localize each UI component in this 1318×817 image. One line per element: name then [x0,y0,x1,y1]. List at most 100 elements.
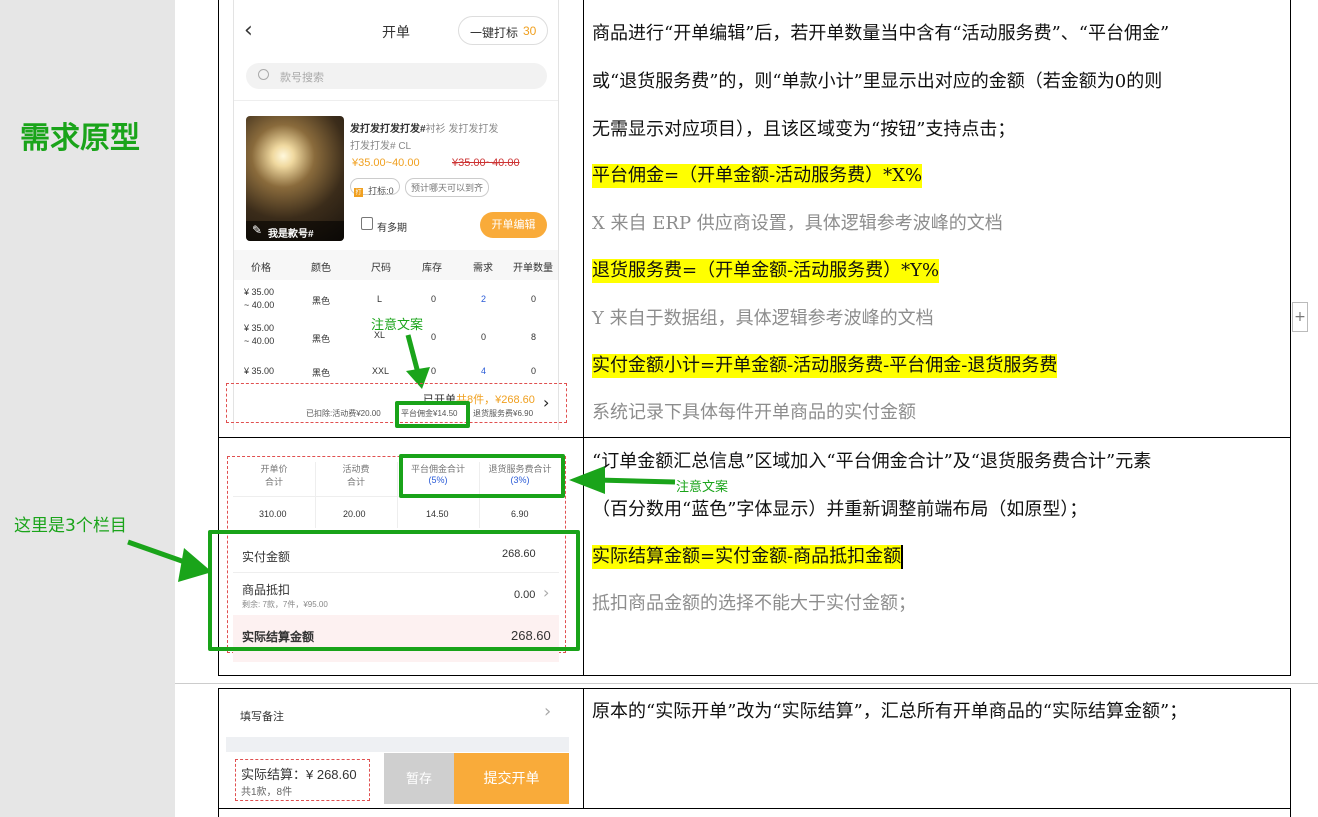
th-stock: 库存 [422,263,442,274]
th-color: 颜色 [311,263,331,274]
submit-button[interactable]: 提交开单 [454,753,569,804]
price-range: ¥35.00~40.00 [352,157,420,169]
page-break [175,683,1318,684]
row-price: ¥ 35.00 ~ 40.00 [244,287,275,310]
summary-value: 6.90 [511,509,529,519]
desc-system-record: 系统记录下具体每件开单商品的实付金额 [592,402,916,423]
row-size: L [377,294,383,304]
table2-border-right [1290,688,1291,817]
hold-button[interactable]: 暂存 [384,753,454,804]
desc-y-source: Y 来自于数据组，具体逻辑参考波峰的文档 [592,308,934,329]
chevron-right-icon[interactable]: › [543,393,549,412]
row-price: ¥ 35.00 [244,366,275,376]
desc-row1-line3: 无需显示对应项目），且该区域变为“按钮”支持点击； [592,119,1016,140]
row-color: 黑色 [312,296,331,306]
chevron-right-icon: › [544,701,552,722]
table2-row-divider [218,808,1291,809]
calendar-icon [361,217,373,230]
back-chevron-icon[interactable]: ‹ [244,18,253,43]
formula-return-fee: 退货服务费=（开单金额-活动服务费）*Y% [592,259,940,283]
size-table-header-row: 价格 颜色 尺码 库存 需求 开单数量 [234,259,558,274]
attention-note-middle: 注意文案 [676,480,729,495]
three-columns-arrow [127,539,212,582]
table-border-right [1290,0,1291,675]
settle-sub: 共1款，8件 [241,787,293,798]
prototype-heading: 需求原型 [20,121,140,156]
quick-mark-button[interactable]: 一键打标 30 [458,16,548,45]
th-size: 尺码 [371,263,391,274]
row-color: 黑色 [312,334,331,344]
mark-tag[interactable]: 打 打标:0 [350,178,400,197]
summary-header-line1: 活动费 [342,464,370,474]
table2-border-mid [583,688,584,808]
gap-bar [226,737,569,752]
product-image: ✎ 我是款号# [246,116,344,241]
row-qty[interactable]: 0 [531,294,536,304]
deduction-return: 退货服务费¥6.90 [473,409,534,418]
row-size: XXL [372,366,390,376]
summary-header-line1: 开单价 [260,464,288,474]
th-demand: 需求 [473,263,493,274]
image-caption: 我是款号# [268,229,314,240]
settle-text: 实际结算：¥ 268.60 [241,767,357,782]
nav-title: 开单 [382,24,410,40]
formula-commission: 平台佣金=（开单金额-活动服务费）*X% [592,164,923,188]
desc-row2-line2: （百分数用“蓝色”字体显示）并重新调整前端布局（如原型）； [592,499,1088,520]
desc-row3-line1: 原本的“实际开单”改为“实际结算”，汇总所有开单商品的“实际结算金额”； [592,701,1188,722]
table-border-mid [583,0,584,675]
row-qty[interactable]: 8 [531,332,536,342]
remark-label: 填写备注 [240,711,284,723]
table-row: ¥ 35.00 ~ 40.00 黑色 L 0 2 0 [234,286,558,316]
edit-button[interactable]: 开单编辑 [480,212,547,238]
commission-highlight-box [395,401,470,428]
quick-mark-label: 一键打标 [470,26,519,40]
desc-x-source: X 来自 ERP 供应商设置，具体逻辑参考波峰的文档 [592,213,1003,234]
divider [234,100,558,101]
summary-amount: ¥268.60 [495,394,535,406]
product-subtitle-a: 衬衫 发打发打发 [425,124,499,135]
row-stock: 0 [431,294,437,304]
plus-icon[interactable]: + [1292,302,1308,332]
three-columns-note: 这里是3个栏目 [14,516,127,536]
old-price-range: ¥35.00~40.00 [452,157,520,169]
table2-border-left [218,688,219,817]
th-qty: 开单数量 [513,263,553,274]
multi-period: 有多期 [377,223,407,234]
product-subtitle-b: 打发打发# CL [350,141,412,152]
table2-top [218,688,1291,689]
three-columns-highlight [208,530,580,651]
search-input[interactable]: 款号搜索 [246,63,547,89]
mark-tag-icon: 打 [354,188,363,197]
row-qty[interactable]: 0 [531,366,536,376]
summary-value: 20.00 [343,509,366,519]
product-title: 发打发打发打发#衬衫 发打发打发 [350,124,499,135]
image-caption-bar: ✎ 我是款号# [246,221,344,241]
deduction-activity: 已扣除:活动费¥20.00 [306,409,381,418]
row-price: ¥ 35.00 ~ 40.00 [244,323,275,346]
summary-value: 14.50 [426,509,449,519]
row-color: 黑色 [312,368,331,378]
th-price: 价格 [251,263,271,274]
summary-value: 310.00 [259,509,287,519]
desc-row2-line1: “订单金额汇总信息”区域加入“平台佣金合计”及“退货服务费合计”元素 [592,451,1152,472]
preorder-tag: 预计哪天可以到齐 [405,178,490,197]
remark-row[interactable]: 填写备注 › [226,697,569,733]
summary-divider [315,462,316,528]
summary-divider [397,462,398,528]
table-row-divider [218,437,1291,438]
formula-settlement: 实际结算金额=实付金额-商品抵扣金额 [592,545,904,569]
mark-tag-label: 打标:0 [368,186,394,196]
search-icon [258,69,269,80]
desc-deduct-limit: 抵扣商品金额的选择不能大于实付金额； [592,593,916,614]
row-demand: 2 [481,294,487,304]
edit-icon: ✎ [252,223,263,237]
formula-actual-subtotal: 实付金额小计=开单金额-活动服务费-平台佣金-退货服务费 [592,354,1058,378]
desc-row1-line1: 商品进行“开单编辑”后，若开单数量当中含有“活动服务费”、“平台佣金” [592,23,1170,44]
row-demand: 4 [481,366,487,376]
search-placeholder: 款号搜索 [280,72,324,84]
summary-header-line2: 合计 [346,477,365,487]
row-demand: 0 [481,332,487,342]
desc-row1-line2: 或“退货服务费”的，则“单款小计”里显示出对应的金额（若金额为0的则 [592,71,1163,92]
summary-header-line2: 合计 [264,477,283,487]
percent-columns-highlight [399,454,565,498]
